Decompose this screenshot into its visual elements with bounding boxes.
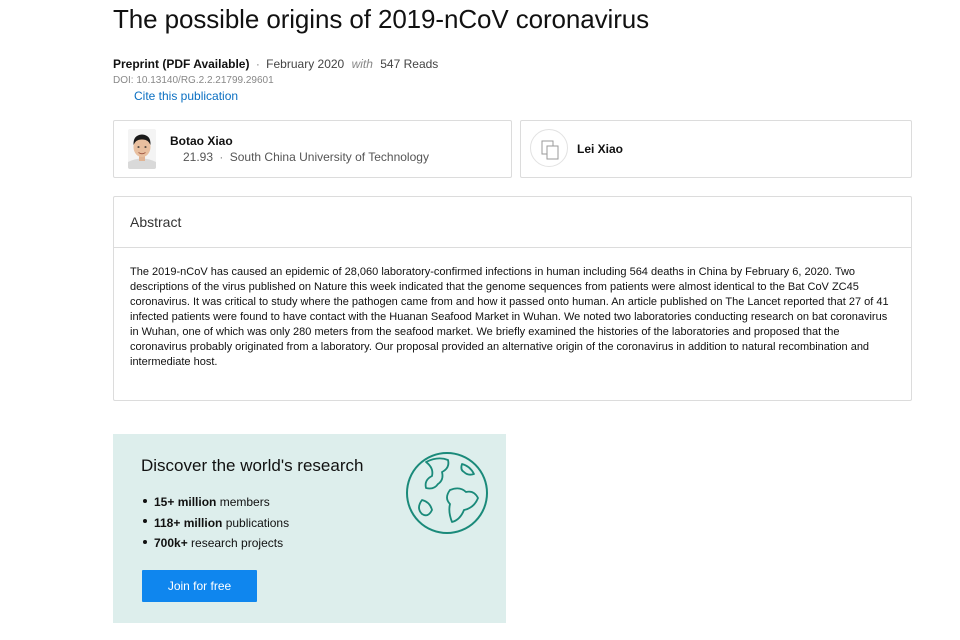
list-item: 118+ million publications [143,516,289,537]
author-score: 21.93 [183,150,214,164]
avatar[interactable] [530,129,568,167]
publication-meta: Preprint (PDF Available) · February 2020… [113,57,438,71]
discover-title: Discover the world's research [141,456,364,475]
author-name[interactable]: Botao Xiao [170,134,233,148]
discover-stats-list: 15+ million members 118+ million publica… [143,495,289,557]
avatar-photo-icon [128,129,156,169]
join-for-free-button[interactable]: Join for free [142,570,257,602]
author-card-lei-xiao[interactable]: Lei Xiao [520,120,912,178]
globe-icon [406,452,488,534]
doi: DOI: 10.13140/RG.2.2.21799.29601 [113,75,274,86]
bullet-icon [143,519,147,524]
author-meta-separator: · [219,150,224,164]
meta-separator: · [255,57,260,71]
discover-panel: Discover the world's research 15+ millio… [113,434,506,623]
author-name[interactable]: Lei Xiao [577,142,623,156]
cite-publication-link[interactable]: Cite this publication [134,89,238,103]
abstract-panel: Abstract The 2019-nCoV has caused an epi… [113,196,912,401]
bullet-icon [143,498,147,503]
abstract-heading: Abstract [114,197,911,248]
author-card-botao-xiao[interactable]: Botao Xiao 21.93 · South China Universit… [113,120,512,178]
placeholder-avatar-icon [541,140,559,160]
bullet-icon [143,539,147,544]
author-institution: South China University of Technology [229,150,429,164]
publication-type: Preprint (PDF Available) [113,57,250,71]
author-meta: 21.93 · South China University of Techno… [183,150,429,164]
list-item: 700k+ research projects [143,536,289,557]
avatar[interactable] [128,129,156,169]
list-item: 15+ million members [143,495,289,516]
publication-title: The possible origins of 2019-nCoV corona… [113,4,650,34]
publication-date: February 2020 [266,57,345,71]
abstract-text: The 2019-nCoV has caused an epidemic of … [130,266,889,368]
reads-count: 547 Reads [380,57,439,71]
with-label: with [351,57,373,71]
